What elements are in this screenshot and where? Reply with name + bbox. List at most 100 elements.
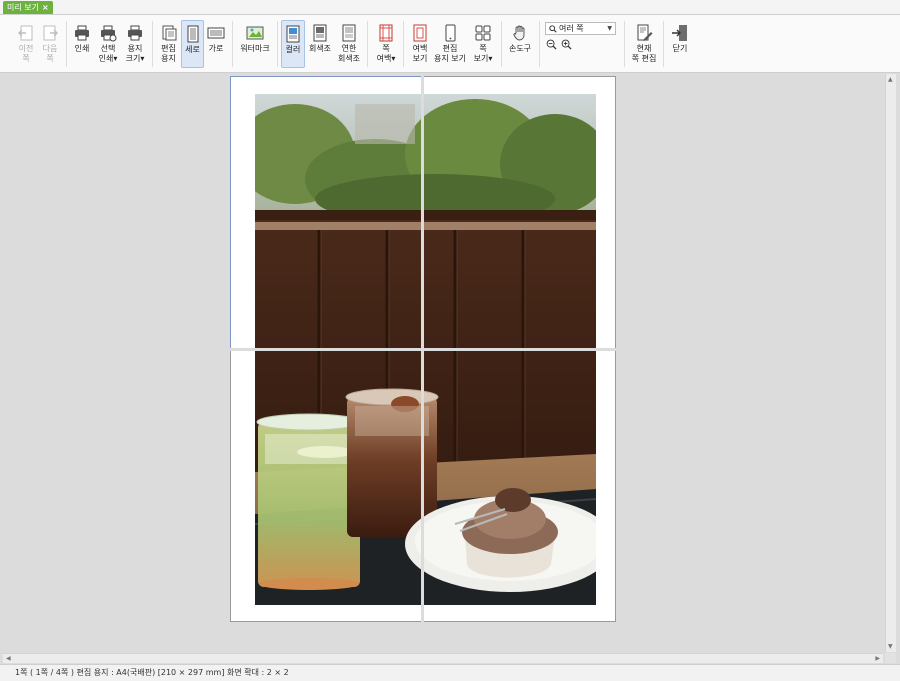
next-page-label-2: 쪽 <box>46 54 54 63</box>
zoom-mode-value: 여러 쪽 <box>559 24 584 33</box>
edit-paper-button[interactable]: 편집 용지 <box>157 20 180 68</box>
page-view-button[interactable]: 쪽 보기▾ <box>469 20 497 68</box>
multi-page-icon <box>475 25 491 41</box>
landscape-label: 가로 <box>208 44 224 53</box>
prev-page-label-2: 쪽 <box>22 54 30 63</box>
preview-tab-label: 미리 보기 <box>7 3 39 12</box>
next-page-button[interactable]: 다음 쪽 <box>38 20 62 68</box>
exit-door-icon <box>672 25 687 41</box>
page-view-label-2: 보기▾ <box>473 54 493 63</box>
edit-paper-view-label-2: 용지 보기 <box>434 54 466 63</box>
zoom-out-icon[interactable] <box>546 39 557 50</box>
hand-tool-label: 손도구 <box>508 44 532 53</box>
magnifier-icon <box>549 24 557 33</box>
color-button[interactable]: 컬러 <box>281 20 305 68</box>
status-text: 1쪽 ( 1쪽 / 4쪽 ) 편집 용지 : A4(국배판) [210 × 29… <box>15 668 289 677</box>
hand-icon <box>513 25 525 41</box>
grayscale-icon <box>313 24 327 42</box>
portrait-button[interactable]: 세로 <box>181 20 204 68</box>
toolbar-separator <box>539 21 540 67</box>
light-grayscale-icon <box>342 24 356 42</box>
margin-view-label-1: 여백 <box>412 44 428 53</box>
edit-paper-view-icon <box>445 24 456 42</box>
prev-page-icon <box>18 25 33 41</box>
printer-icon <box>75 25 89 41</box>
page-margin-label-1: 쪽 <box>382 44 390 53</box>
paper-size-icon <box>128 25 142 41</box>
light-grayscale-label-1: 연한 <box>341 44 357 53</box>
toolbar-separator <box>232 21 233 67</box>
current-page-edit-button[interactable]: 현재 쪽 편집 <box>629 20 659 68</box>
current-page-edit-label-2: 쪽 편집 <box>631 54 657 63</box>
paper-size-label-2: 크기▾ <box>125 54 145 63</box>
page-edit-icon <box>637 24 653 41</box>
zoom-mode-select[interactable]: 여러 쪽 ▼ <box>545 22 616 35</box>
toolbar-separator <box>403 21 404 67</box>
close-tab-icon[interactable]: × <box>42 1 49 14</box>
chevron-down-icon: ▼ <box>607 25 612 32</box>
toolbar-separator <box>367 21 368 67</box>
preview-tab[interactable]: 미리 보기 × <box>3 1 53 14</box>
watermark-button[interactable]: 워터마크 <box>237 20 273 68</box>
prev-page-button[interactable]: 이전 쪽 <box>14 20 38 68</box>
page-gap-horizontal <box>230 348 616 351</box>
horizontal-scrollbar[interactable]: ◀ ▶ <box>3 653 883 663</box>
print-button[interactable]: 인쇄 <box>70 20 94 68</box>
toolbar-separator <box>277 21 278 67</box>
scroll-up-icon[interactable]: ▲ <box>888 76 893 83</box>
margin-view-button[interactable]: 여백 보기 <box>408 20 432 68</box>
page-margin-icon <box>379 24 393 42</box>
edit-paper-view-label-1: 편집 <box>442 44 458 53</box>
select-printer-icon <box>101 25 117 42</box>
grayscale-button[interactable]: 회색조 <box>306 20 334 68</box>
light-grayscale-label-2: 회색조 <box>337 54 361 63</box>
portrait-label: 세로 <box>185 45 200 54</box>
edit-paper-view-button[interactable]: 편집 용지 보기 <box>433 20 467 68</box>
document-tab-bar: 미리 보기 × <box>0 0 900 15</box>
status-bar: 1쪽 ( 1쪽 / 4쪽 ) 편집 용지 : A4(국배판) [210 × 29… <box>0 664 900 681</box>
select-print-button[interactable]: 선택 인쇄▾ <box>95 20 121 68</box>
margin-view-icon <box>413 24 427 42</box>
select-print-label-2: 인쇄▾ <box>98 54 118 63</box>
watermark-icon <box>246 26 264 40</box>
landscape-button[interactable]: 가로 <box>205 20 227 68</box>
color-label: 컬러 <box>285 45 301 54</box>
toolbar-separator <box>663 21 664 67</box>
select-print-label-1: 선택 <box>100 44 116 53</box>
zoom-in-icon[interactable] <box>561 39 572 50</box>
margin-view-label-2: 보기 <box>412 54 428 63</box>
edit-paper-label-1: 편집 <box>161 44 176 53</box>
next-page-icon <box>43 25 58 41</box>
toolbar-separator <box>152 21 153 67</box>
scroll-left-icon[interactable]: ◀ <box>6 655 11 662</box>
grayscale-label: 회색조 <box>308 44 332 53</box>
toolbar-separator <box>66 21 67 67</box>
light-grayscale-button[interactable]: 연한 회색조 <box>335 20 363 68</box>
preview-toolbar: 이전 쪽 다음 쪽 인쇄 선택 인쇄▾ 용지 크기▾ 편집 용지 세로 가로 워… <box>0 15 900 73</box>
toolbar-separator <box>501 21 502 67</box>
paper-size-label-1: 용지 <box>127 44 143 53</box>
page-margin-label-2: 여백▾ <box>376 54 396 63</box>
watermark-label: 워터마크 <box>240 44 270 53</box>
scroll-down-icon[interactable]: ▼ <box>888 643 893 650</box>
page-view-label-1: 쪽 <box>479 44 487 53</box>
zoom-buttons <box>546 39 572 50</box>
edit-paper-icon <box>162 25 176 41</box>
edit-paper-label-2: 용지 <box>161 54 176 63</box>
close-preview-label: 닫기 <box>672 44 688 53</box>
print-label: 인쇄 <box>74 44 90 53</box>
color-print-icon <box>286 25 300 43</box>
landscape-icon <box>207 27 225 39</box>
close-preview-button[interactable]: 닫기 <box>668 20 692 68</box>
hand-tool-button[interactable]: 손도구 <box>506 20 534 68</box>
current-page-edit-label-1: 현재 <box>636 44 652 53</box>
paper-size-button[interactable]: 용지 크기▾ <box>122 20 148 68</box>
portrait-icon <box>187 25 198 43</box>
next-page-label-1: 다음 <box>42 44 58 53</box>
page-margin-button[interactable]: 쪽 여백▾ <box>372 20 400 68</box>
toolbar-separator <box>624 21 625 67</box>
prev-page-label-1: 이전 <box>18 44 34 53</box>
scroll-right-icon[interactable]: ▶ <box>875 655 880 662</box>
vertical-scrollbar[interactable]: ▲ ▼ <box>885 74 896 652</box>
scrollbar-corner <box>885 653 896 663</box>
